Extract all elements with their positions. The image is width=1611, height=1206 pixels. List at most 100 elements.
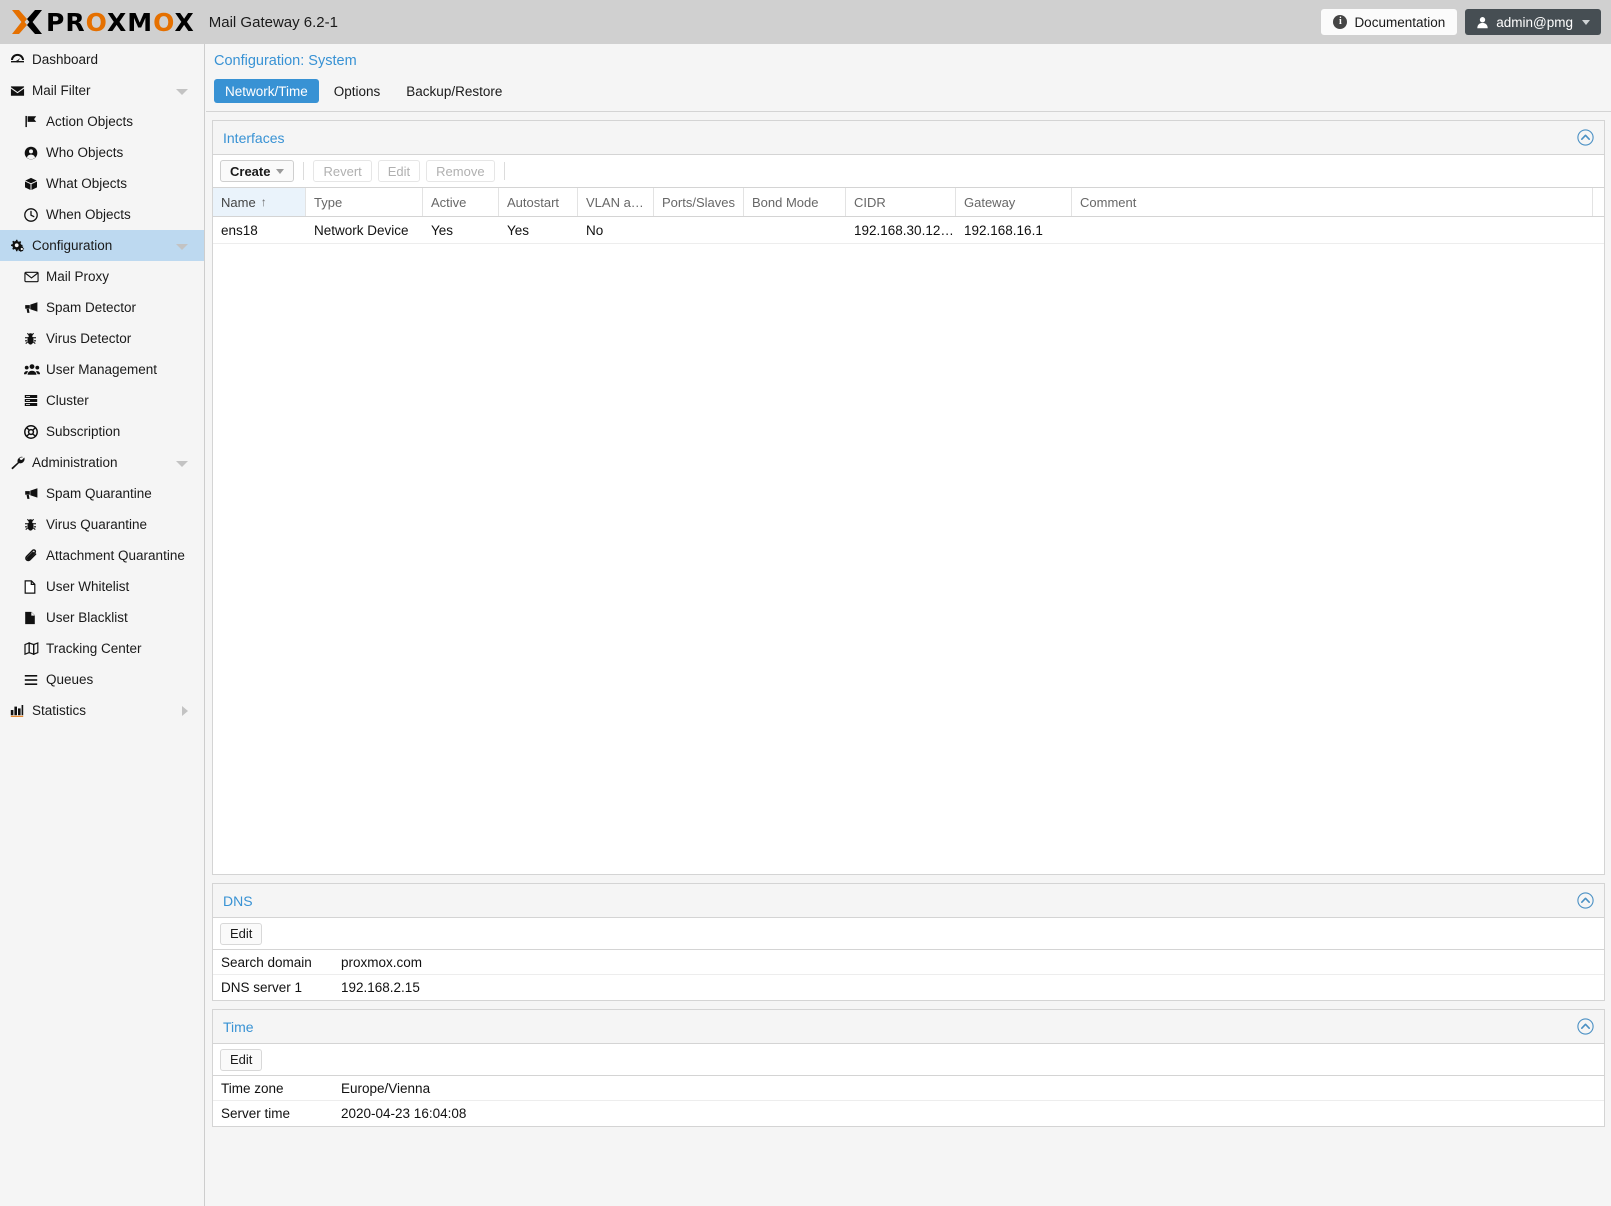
column-header-label: Comment [1080,195,1136,210]
flag-icon [24,115,43,128]
create-button[interactable]: Create [220,160,294,182]
cell-active: Yes [423,217,499,243]
column-header-cidr[interactable]: CIDR [846,188,956,216]
column-header-label: Bond Mode [752,195,819,210]
sidebar-item-spam-quarantine[interactable]: Spam Quarantine [0,478,204,509]
sidebar-item-user-management[interactable]: User Management [0,354,204,385]
product-name: Mail Gateway 6.2-1 [209,14,338,31]
sidebar-item-label: Spam Detector [46,300,136,315]
sidebar-item-queues[interactable]: Queues [0,664,204,695]
sidebar-item-label: What Objects [46,176,127,191]
time-edit-label: Edit [230,1052,252,1067]
lifering-icon [24,425,43,439]
sidebar-item-dashboard[interactable]: Dashboard [0,44,204,75]
cell-ports-slaves [654,217,744,243]
cube-icon [24,177,43,191]
column-header-label: Name [221,195,256,210]
envelope-solid-icon [10,85,29,97]
sidebar-item-label: Virus Detector [46,331,131,346]
tab-backup-restore[interactable]: Backup/Restore [395,79,513,103]
chevron-up-circle-icon [1577,892,1594,909]
user-menu-button[interactable]: admin@pmg [1465,9,1601,35]
chevron-down-icon[interactable] [176,461,188,467]
toolbar-separator [303,162,304,180]
interfaces-grid-header: Name↑ Type ActiveAutostartVLAN a…Ports/Sla… [213,188,1604,217]
sidebar-item-label: Who Objects [46,145,123,160]
toolbar-separator [504,162,505,180]
sidebar-item-label: Virus Quarantine [46,517,147,532]
interfaces-panel-title: Interfaces [223,130,284,146]
revert-button[interactable]: Revert [313,160,371,182]
interfaces-panel-header: Interfaces [212,120,1605,154]
column-header-ports-slaves[interactable]: Ports/Slaves [654,188,744,216]
bug-icon [24,518,43,532]
envelope-outline-icon [24,271,43,283]
sidebar-item-virus-quarantine[interactable]: Virus Quarantine [0,509,204,540]
remove-button-label: Remove [436,164,484,179]
sidebar-item-user-blacklist[interactable]: User Blacklist [0,602,204,633]
detail-row-server-time[interactable]: Server time2020-04-23 16:04:08 [213,1101,1604,1126]
detail-row-search-domain[interactable]: Search domainproxmox.com [213,950,1604,975]
chevron-down-icon[interactable] [176,89,188,95]
sidebar-item-mail-filter[interactable]: Mail Filter [0,75,204,106]
chevron-down-icon[interactable] [176,244,188,250]
sidebar-item-what-objects[interactable]: What Objects [0,168,204,199]
sidebar-item-label: Subscription [46,424,120,439]
collapse-dns-button[interactable] [1577,892,1594,909]
sidebar: DashboardMail Filter Action Objects Who Ob… [0,44,205,1206]
sidebar-item-subscription[interactable]: Subscription [0,416,204,447]
wrench-icon [10,456,29,470]
column-header-name[interactable]: Name↑ [213,188,306,216]
remove-button[interactable]: Remove [426,160,494,182]
bullhorn-icon [24,487,43,500]
column-header-comment[interactable]: Comment [1072,188,1593,216]
column-header-gateway[interactable]: Gateway [956,188,1072,216]
sidebar-item-cluster[interactable]: Cluster [0,385,204,416]
dns-panel-title: DNS [223,893,253,909]
detail-row-time-zone[interactable]: Time zoneEurope/Vienna [213,1076,1604,1101]
sidebar-item-action-objects[interactable]: Action Objects [0,106,204,137]
column-header-autostart[interactable]: Autostart [499,188,578,216]
sidebar-item-label: Action Objects [46,114,133,129]
sidebar-item-label: User Management [46,362,157,377]
cell-gateway: 192.168.16.1 [956,217,1072,243]
sidebar-item-mail-proxy[interactable]: Mail Proxy [0,261,204,292]
sidebar-item-attachment-quarantine[interactable]: Attachment Quarantine [0,540,204,571]
column-header-label: Type [314,195,342,210]
dashboard-icon [10,53,29,66]
sidebar-item-tracking-center[interactable]: Tracking Center [0,633,204,664]
sidebar-item-statistics[interactable]: Statistics [0,695,204,726]
sidebar-item-user-whitelist[interactable]: User Whitelist [0,571,204,602]
collapse-time-button[interactable] [1577,1018,1594,1035]
chevron-right-icon[interactable] [182,706,188,716]
column-header-label: Gateway [964,195,1015,210]
gears-icon [10,239,29,253]
sidebar-item-spam-detector[interactable]: Spam Detector [0,292,204,323]
edit-button[interactable]: Edit [378,160,420,182]
detail-row-dns-server-1[interactable]: DNS server 1192.168.2.15 [213,975,1604,1000]
proxmox-x-logo-icon [10,7,44,37]
sidebar-item-when-objects[interactable]: When Objects [0,199,204,230]
sidebar-item-label: Configuration [32,238,112,253]
collapse-interfaces-button[interactable] [1577,129,1594,146]
sidebar-item-virus-detector[interactable]: Virus Detector [0,323,204,354]
column-header-type[interactable]: Type [306,188,423,216]
map-icon [24,642,43,655]
tab-network-time[interactable]: Network/Time [214,79,319,103]
cell-name: ens18 [213,217,306,243]
sidebar-item-configuration[interactable]: Configuration [0,230,204,261]
dns-edit-button[interactable]: Edit [220,923,262,945]
brand-logo[interactable]: PROXMOX [0,7,195,37]
documentation-button[interactable]: i Documentation [1321,9,1457,35]
column-header-active[interactable]: Active [423,188,499,216]
table-row[interactable]: ens18Network DeviceYesYesNo192.168.30.12… [213,217,1604,244]
interfaces-panel: Interfaces Create Revert Edit Remove [212,120,1605,875]
cell-type: Network Device [306,217,423,243]
tab-options[interactable]: Options [323,79,392,103]
column-header-bond-mode[interactable]: Bond Mode [744,188,846,216]
create-button-label: Create [230,164,270,179]
time-edit-button[interactable]: Edit [220,1049,262,1071]
sidebar-item-administration[interactable]: Administration [0,447,204,478]
column-header-vlan-a[interactable]: VLAN a… [578,188,654,216]
sidebar-item-who-objects[interactable]: Who Objects [0,137,204,168]
